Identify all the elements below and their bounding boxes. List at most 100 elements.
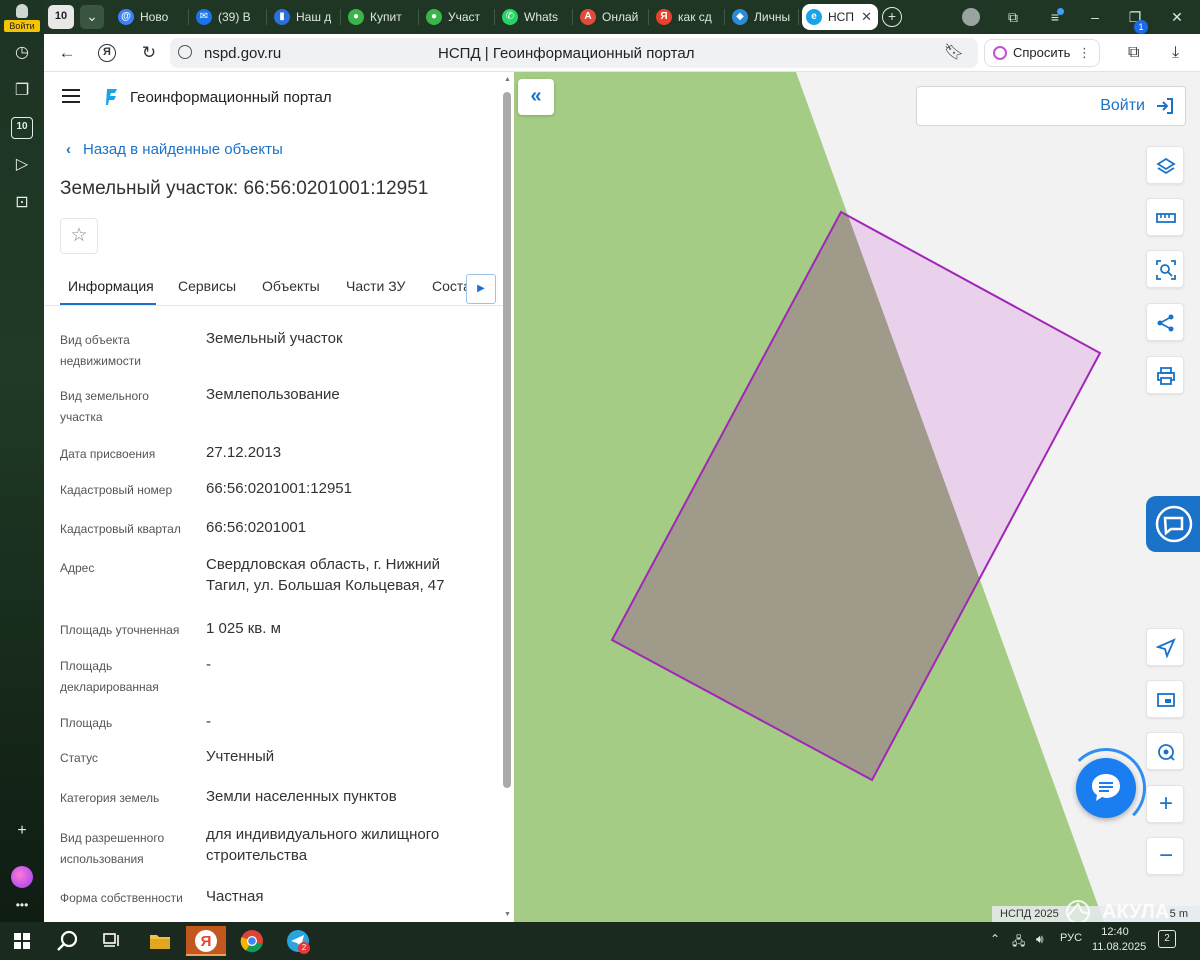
browser-tab[interactable]: ✉ (39) В	[192, 4, 262, 30]
zoom-in-icon: +	[1158, 790, 1173, 817]
browser-tab[interactable]: ▮ Наш д	[270, 4, 336, 30]
info-tab[interactable]: Сервисы	[178, 278, 236, 294]
add-panel-icon[interactable]: +	[11, 820, 33, 842]
browser-tab[interactable]: ● Купит	[344, 4, 414, 30]
login-profile-button[interactable]: Войти	[4, 2, 40, 32]
media-play-icon[interactable]: ▷	[11, 154, 33, 176]
collections-icon[interactable]: ❐	[11, 80, 33, 102]
ask-button[interactable]: Спросить ⋮	[984, 39, 1100, 67]
map-view[interactable]: // overlay the green with slight transpa…	[514, 72, 1200, 922]
minimize-icon[interactable]: –	[1084, 6, 1106, 28]
browser-tab[interactable]: ● Участ	[422, 4, 490, 30]
portal-logo-icon	[106, 89, 117, 105]
folder-icon	[150, 935, 170, 949]
geo-search-button[interactable]	[1146, 732, 1184, 770]
back-link-label: Назад в найденные объекты	[83, 141, 283, 158]
history-icon[interactable]: ◷	[11, 42, 33, 64]
print-button[interactable]	[1146, 356, 1184, 394]
shield-icon: ◆	[732, 9, 748, 25]
scroll-up-arrow-icon[interactable]: ▲	[504, 76, 511, 83]
chevron-down-icon[interactable]: ⌄	[80, 5, 104, 29]
share-button[interactable]	[1146, 303, 1184, 341]
map-login-label: Войти	[1100, 97, 1145, 114]
info-row-key: Дата присвоения	[60, 447, 156, 461]
language-indicator[interactable]: РУС	[1060, 932, 1082, 944]
scroll-down-arrow-icon[interactable]: ▼	[504, 911, 511, 918]
notifications-button[interactable]: 2	[1158, 930, 1176, 948]
new-tab-icon[interactable]: +	[882, 7, 902, 27]
alice-assistant-icon[interactable]	[11, 866, 33, 888]
url-field[interactable]: nspd.gov.ru НСПД | Геоинформационный пор…	[170, 38, 978, 68]
share-icon	[1157, 314, 1174, 332]
close-window-icon[interactable]: ✕	[1166, 6, 1188, 28]
info-row-key: Площадь уточненная	[60, 623, 180, 637]
login-label: Войти	[4, 20, 40, 32]
minimap-button[interactable]	[1146, 680, 1184, 718]
geo-target-icon	[1158, 744, 1175, 761]
close-tab-icon[interactable]: ✕	[861, 4, 872, 30]
info-row-key: Вид разрешенного использования	[60, 831, 165, 866]
my-location-button[interactable]	[1146, 628, 1184, 666]
hamburger-menu-icon[interactable]	[62, 89, 80, 103]
layers-button[interactable]	[1146, 146, 1184, 184]
panel-scrollbar[interactable]: ▲ ▼	[502, 76, 512, 918]
info-row-value: -	[206, 656, 211, 673]
browser-tab[interactable]: Якак сд	[652, 4, 720, 30]
number-badge-icon[interactable]: 10	[11, 117, 33, 139]
browser-tab[interactable]: @ Ново	[114, 4, 184, 30]
info-tab[interactable]: Объекты	[262, 278, 320, 294]
downloads-icon[interactable]: ⤓	[1172, 42, 1179, 64]
volume-icon[interactable]: 🔊︎	[1036, 932, 1044, 947]
url-text: nspd.gov.ru	[204, 45, 282, 62]
zoom-out-button[interactable]: −	[1146, 837, 1184, 875]
chrome-taskbar-button[interactable]	[232, 926, 272, 956]
zoom-in-button[interactable]: +	[1146, 785, 1184, 823]
area-select-button[interactable]	[1146, 250, 1184, 288]
tab-group-icon[interactable]: 10	[48, 5, 74, 29]
back-to-results-link[interactable]: ‹ Назад в найденные объекты	[66, 141, 283, 158]
bookmark-icon[interactable]: 🔖︎	[944, 42, 964, 62]
browser-tab[interactable]: ◆ Личны	[728, 4, 794, 30]
scroll-thumb[interactable]	[503, 92, 511, 788]
info-tab[interactable]: Части ЗУ	[346, 278, 405, 294]
telegram-taskbar-button[interactable]: 2	[278, 926, 318, 956]
browser-tab[interactable]: A Онлай	[576, 4, 644, 30]
ruler-button[interactable]	[1146, 198, 1184, 236]
favorite-star-button[interactable]: ☆	[60, 218, 98, 254]
system-clock[interactable]: 12:40 11.08.2025	[1092, 925, 1146, 955]
extensions-icon[interactable]: ⧉	[1128, 42, 1139, 64]
collapse-panel-button[interactable]: «	[518, 79, 554, 115]
search-taskbar-button[interactable]	[48, 926, 88, 956]
info-row-value: Свердловская область, г. Нижний Тагил, у…	[206, 556, 445, 594]
info-tab[interactable]: Информация	[68, 278, 154, 294]
profile-avatar-icon[interactable]	[960, 6, 982, 28]
tabs-scroll-right-button[interactable]: ▶	[466, 274, 496, 304]
browser-tab[interactable]: e НСП ✕	[802, 4, 878, 30]
screenshot-icon[interactable]: ⊡	[11, 192, 33, 214]
browser-tab[interactable]: ✆ Whats	[498, 4, 568, 30]
yandex-browser-icon: Я	[195, 930, 217, 952]
tabs-copy-icon[interactable]: ⧉	[1002, 6, 1024, 28]
parcel-title: Земельный участок: 66:56:0201001:12951	[60, 178, 429, 199]
notification-count: 2	[1158, 930, 1176, 948]
chat-assistant-button[interactable]	[1076, 758, 1136, 818]
network-icon[interactable]: 🖧︎	[1012, 932, 1025, 953]
browser-tab-label: Whats	[524, 10, 559, 24]
yandex-logo-icon[interactable]: Я	[98, 44, 116, 62]
feedback-side-tab[interactable]	[1146, 496, 1200, 552]
info-row-value: для индивидуального жилищного строительс…	[206, 826, 440, 864]
site-info-icon[interactable]	[178, 45, 192, 59]
docs-icon: ▮	[274, 9, 290, 25]
file-explorer-button[interactable]	[140, 926, 180, 956]
more-vertical-icon[interactable]: ⋮	[1078, 40, 1091, 66]
info-row-value: Землепользование	[206, 386, 340, 403]
reload-icon[interactable]: ↻	[138, 42, 160, 64]
map-login-button[interactable]: Войти	[916, 86, 1186, 126]
yandex-browser-taskbar-button[interactable]: Я	[186, 926, 226, 956]
more-dots-icon[interactable]: •••	[11, 894, 33, 916]
tray-chevron-up-icon[interactable]: ⌃	[990, 932, 1000, 946]
back-arrow-icon[interactable]: ←	[56, 42, 78, 64]
feedback-chat-icon	[1155, 505, 1193, 543]
task-view-button[interactable]	[92, 926, 132, 956]
windows-start-button[interactable]	[2, 926, 42, 956]
